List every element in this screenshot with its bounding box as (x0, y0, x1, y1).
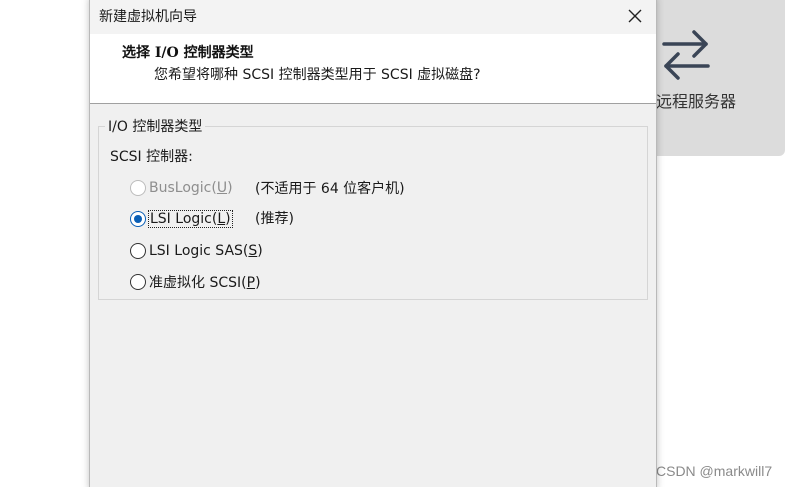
radio-lsi-logic[interactable] (130, 211, 146, 227)
wizard-header: 选择 I/O 控制器类型 您希望将哪种 SCSI 控制器类型用于 SCSI 虚拟… (90, 34, 656, 104)
page-title: 选择 I/O 控制器类型 (122, 45, 254, 61)
dialog-title: 新建虚拟机向导 (99, 9, 197, 25)
close-button[interactable] (622, 4, 648, 28)
remote-server-label: 远程服务器 (656, 92, 737, 111)
io-controller-group: I/O 控制器类型 SCSI 控制器: BusLogic(U) (不适用于 64… (98, 116, 648, 300)
radio-buslogic (130, 180, 146, 196)
close-icon (628, 9, 642, 23)
option-label-lsi-logic-sas[interactable]: LSI Logic SAS(S) (149, 243, 263, 259)
dialog-titlebar[interactable]: 新建虚拟机向导 (90, 0, 656, 34)
page-subtitle: 您希望将哪种 SCSI 控制器类型用于 SCSI 虚拟磁盘? (154, 67, 481, 83)
swap-arrows-icon (662, 30, 710, 80)
option-label-paravirtual-scsi[interactable]: 准虚拟化 SCSI(P) (149, 272, 261, 292)
option-note-buslogic: (不适用于 64 位客户机) (255, 181, 405, 197)
option-label-lsi-logic[interactable]: LSI Logic(L) (148, 210, 233, 228)
radio-lsi-logic-sas[interactable] (130, 243, 146, 259)
radio-paravirtual-scsi[interactable] (130, 274, 146, 290)
option-buslogic: BusLogic(U) (130, 177, 233, 199)
group-legend: I/O 控制器类型 (105, 116, 206, 136)
scsi-controller-label: SCSI 控制器: (110, 149, 193, 165)
option-label-buslogic: BusLogic(U) (149, 180, 233, 196)
option-note-lsi-logic: (推荐) (255, 211, 294, 227)
option-lsi-logic[interactable]: LSI Logic(L) (130, 208, 233, 230)
option-lsi-logic-sas[interactable]: LSI Logic SAS(S) (130, 240, 263, 262)
option-paravirtual-scsi[interactable]: 准虚拟化 SCSI(P) (130, 271, 261, 293)
new-vm-wizard-dialog: 新建虚拟机向导 选择 I/O 控制器类型 您希望将哪种 SCSI 控制器类型用于… (89, 0, 657, 487)
watermark: CSDN @markwill7 (656, 463, 773, 479)
